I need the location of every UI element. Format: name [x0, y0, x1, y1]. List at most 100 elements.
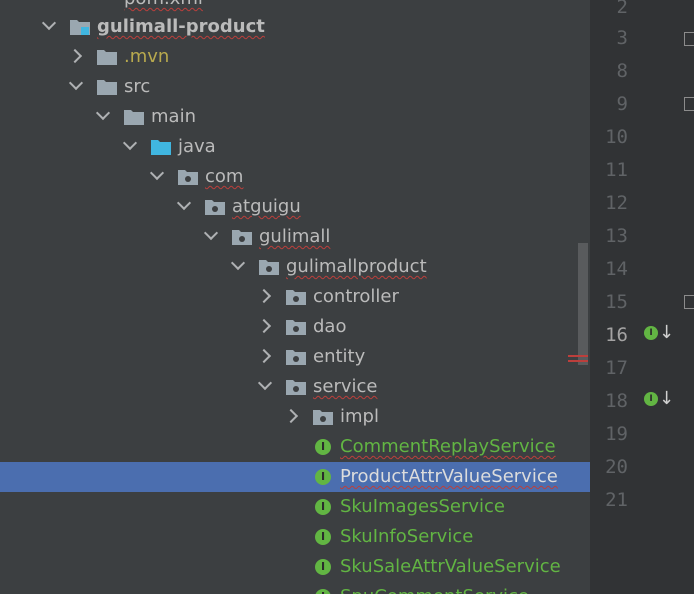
package-icon [286, 289, 306, 305]
fold-icon[interactable] [684, 97, 694, 111]
interface-icon: I [315, 499, 331, 515]
chevron-down-icon[interactable] [68, 75, 84, 91]
arrow-down-icon: ↓ [659, 322, 675, 343]
tree-node-label: service [313, 376, 378, 397]
line-number[interactable]: 18 [590, 389, 628, 413]
line-number[interactable]: 21 [590, 488, 628, 512]
interface-icon: I [644, 326, 658, 340]
line-number[interactable]: 13 [590, 224, 628, 248]
error-stripe-markers[interactable] [568, 355, 588, 365]
tree-node-java[interactable]: java [0, 132, 590, 162]
line-number[interactable]: 20 [590, 455, 628, 479]
line-number[interactable]: 14 [590, 257, 628, 281]
implemented-marker-icon[interactable]: I ↓ [644, 389, 674, 413]
line-number-current[interactable]: 16 [590, 323, 628, 347]
package-icon [286, 379, 306, 395]
tree-node-product-attr-value-service[interactable]: I ProductAttrValueService [0, 462, 590, 492]
line-number[interactable]: 10 [590, 125, 628, 149]
chevron-right-icon[interactable] [256, 348, 272, 364]
chevron-down-icon[interactable] [230, 255, 246, 271]
chevron-right-icon[interactable] [67, 48, 83, 64]
project-tree-panel: / / / pom.xml gulimall-product .mvn src … [0, 0, 590, 594]
tree-node-label: SpuCommentService [340, 585, 529, 594]
chevron-down-icon[interactable] [149, 165, 165, 181]
tree-node-gulimall[interactable]: gulimall [0, 222, 590, 252]
chevron-right-icon[interactable] [283, 408, 299, 424]
line-number[interactable]: 12 [590, 191, 628, 215]
tree-node-com[interactable]: com [0, 162, 590, 192]
folder-icon [97, 49, 117, 65]
module-folder-icon [70, 19, 90, 35]
tree-node-mvn[interactable]: .mvn [0, 42, 590, 72]
package-icon [286, 349, 306, 365]
tree-node-label: src [124, 76, 151, 97]
tree-node-label: atguigu [232, 196, 301, 217]
line-number[interactable]: 17 [590, 356, 628, 380]
tree-node-label: gulimallproduct [286, 256, 427, 277]
tree-node-label: gulimall-product [97, 16, 265, 37]
implemented-marker-icon[interactable]: I ↓ [644, 323, 674, 347]
arrow-down-icon: ↓ [659, 388, 675, 409]
chevron-down-icon[interactable] [257, 375, 273, 391]
tree-node-label: SkuSaleAttrValueService [340, 556, 561, 577]
tree-node-label: com [205, 166, 244, 187]
tree-node-label: controller [313, 286, 399, 307]
package-icon [178, 169, 198, 185]
tree-node-controller[interactable]: controller [0, 282, 590, 312]
tree-node-spu-comment-service[interactable]: I SpuCommentService [0, 582, 590, 594]
tree-node-atguigu[interactable]: atguigu [0, 192, 590, 222]
fold-icon[interactable] [684, 32, 694, 46]
editor-gutter: 2 3 8 9 10 11 12 13 14 15 16 17 18 19 20… [590, 0, 694, 594]
tree-node-label: SkuInfoService [340, 526, 474, 547]
tree-node-comment-replay-service[interactable]: I CommentReplayService [0, 432, 590, 462]
line-number[interactable]: 8 [590, 59, 628, 83]
line-number[interactable]: 15 [590, 290, 628, 314]
interface-icon: I [315, 529, 331, 545]
tree-node-gulimallproduct[interactable]: gulimallproduct [0, 252, 590, 282]
chevron-down-icon[interactable] [122, 135, 138, 151]
tree-node-label: entity [313, 346, 366, 367]
line-number[interactable]: 2 [590, 0, 628, 19]
folder-icon [97, 79, 117, 95]
tree-node-dao[interactable]: dao [0, 312, 590, 342]
chevron-down-icon[interactable] [203, 225, 219, 241]
tree-node-gulimall-product[interactable]: gulimall-product [0, 12, 590, 42]
tree-node-label: pom.xml [124, 0, 203, 11]
interface-icon: I [315, 439, 331, 455]
tree-node-service[interactable]: service [0, 372, 590, 402]
tree-node-label: CommentReplayService [340, 436, 556, 457]
tree-node-entity[interactable]: entity [0, 342, 590, 372]
tree-scrollbar-thumb[interactable] [578, 243, 588, 365]
fold-icon[interactable] [684, 295, 694, 309]
package-icon [205, 199, 225, 215]
interface-icon: I [315, 589, 331, 594]
tree-node-label: impl [340, 406, 379, 427]
tree-node-main[interactable]: main [0, 102, 590, 132]
tree-node-impl[interactable]: impl [0, 402, 590, 432]
interface-icon: I [315, 559, 331, 575]
tree-node-label: .mvn [124, 46, 170, 67]
chevron-down-icon[interactable] [95, 105, 111, 121]
line-number[interactable]: 11 [590, 158, 628, 182]
chevron-down-icon[interactable] [41, 15, 57, 31]
tree-node-label: java [178, 136, 216, 157]
line-number[interactable]: 19 [590, 422, 628, 446]
tree-node-src[interactable]: src [0, 72, 590, 102]
line-number[interactable]: 3 [590, 26, 628, 50]
package-icon [259, 259, 279, 275]
tree-node-sku-sale-attr-value-service[interactable]: I SkuSaleAttrValueService [0, 552, 590, 582]
tree-node-label: dao [313, 316, 347, 337]
tree-node-label: ProductAttrValueService [340, 466, 558, 487]
package-icon [286, 319, 306, 335]
tree-node-sku-info-service[interactable]: I SkuInfoService [0, 522, 590, 552]
line-number[interactable]: 9 [590, 92, 628, 116]
tree-node-label: gulimall [259, 226, 331, 247]
tree-node-sku-images-service[interactable]: I SkuImagesService [0, 492, 590, 522]
chevron-right-icon[interactable] [256, 318, 272, 334]
chevron-down-icon[interactable] [176, 195, 192, 211]
package-icon [313, 409, 333, 425]
interface-icon: I [315, 469, 331, 485]
chevron-right-icon[interactable] [256, 288, 272, 304]
interface-icon: I [644, 392, 658, 406]
tree-node-label: main [151, 106, 196, 127]
